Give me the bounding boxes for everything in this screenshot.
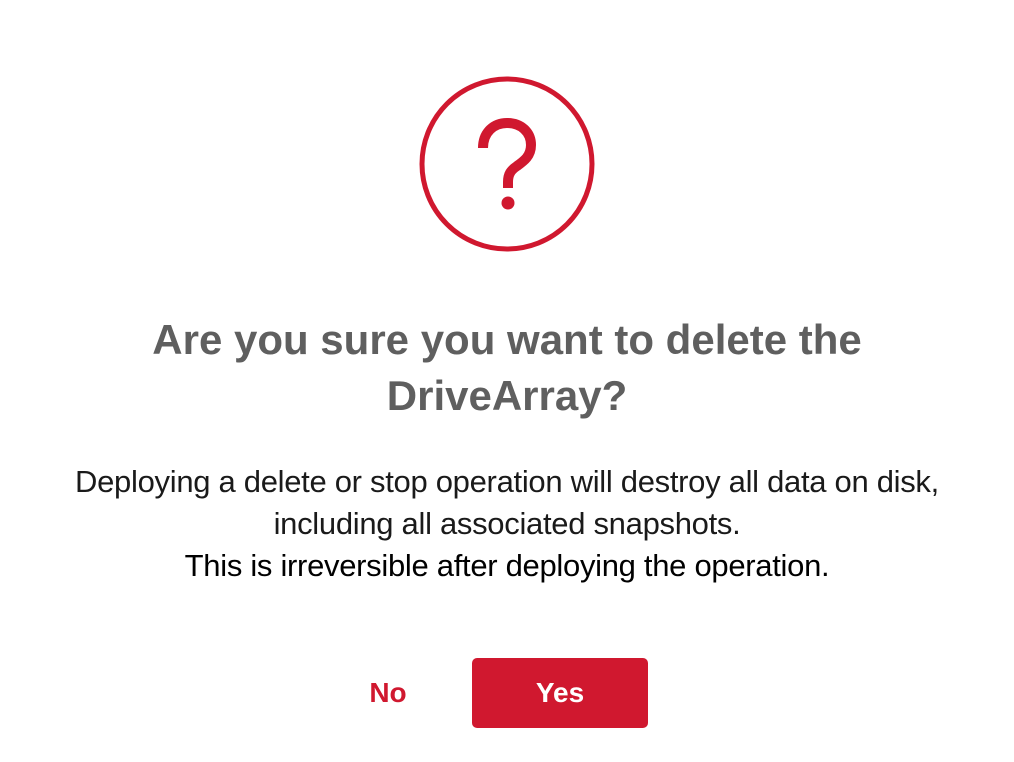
dialog-warning-text: This is irreversible after deploying the… <box>184 548 830 583</box>
dialog-title: Are you sure you want to delete the Driv… <box>152 316 862 419</box>
no-button[interactable]: No <box>348 660 428 726</box>
confirm-delete-dialog: Are you sure you want to delete the Driv… <box>0 0 1014 762</box>
dialog-message: Deploying a delete or stop operation wil… <box>32 461 982 587</box>
question-mark-circle-icon <box>419 76 595 252</box>
dialog-message-line-1: Deploying a delete or stop operation wil… <box>75 464 939 541</box>
yes-button[interactable]: Yes <box>472 658 648 728</box>
